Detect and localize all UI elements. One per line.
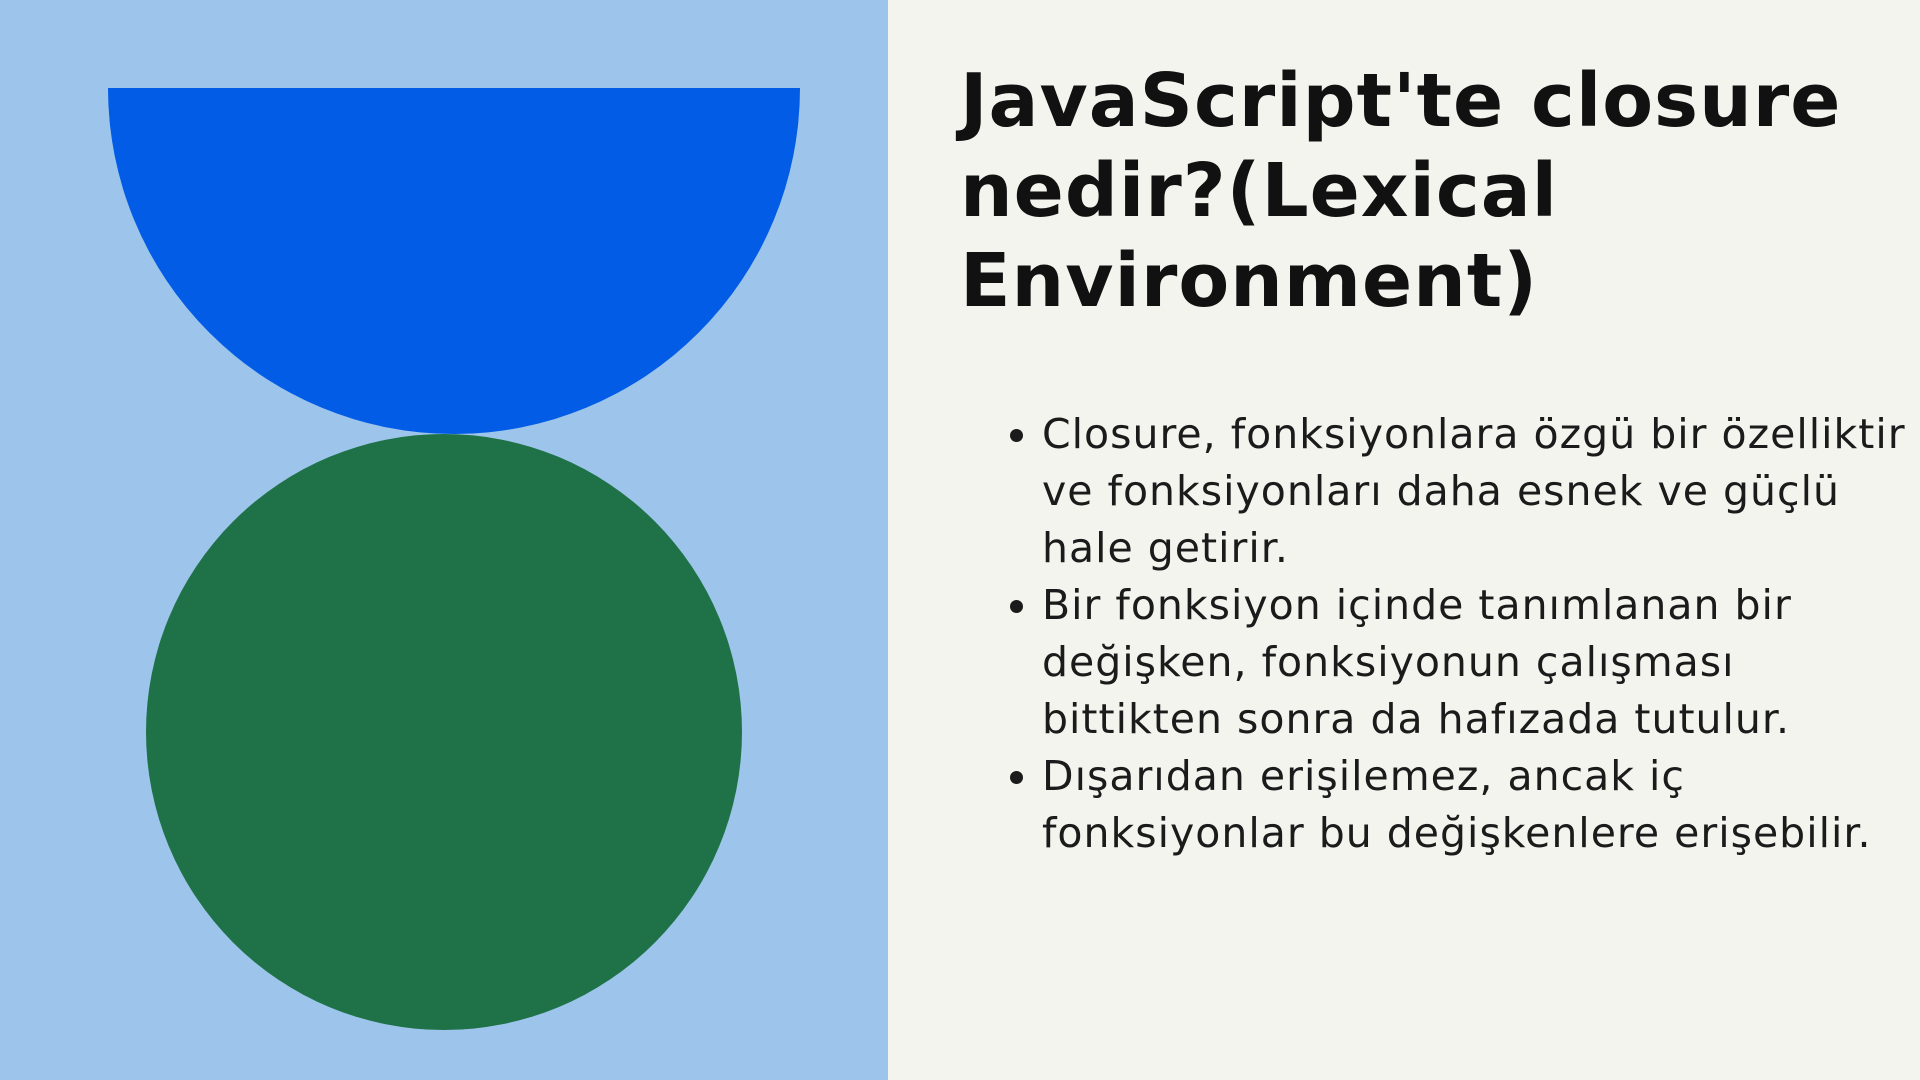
slide-title: JavaScript'te closure nedir?(Lexical Env… bbox=[960, 58, 1842, 324]
decorative-panel bbox=[0, 0, 888, 1080]
bullet-item: Closure, fonksiyonlara özgü bir özellikt… bbox=[1042, 406, 1920, 577]
green-circle-shape bbox=[146, 434, 742, 1030]
blue-half-circle-shape bbox=[108, 88, 800, 434]
bullet-item: Bir fonksiyon içinde tanımlanan bir deği… bbox=[1042, 577, 1920, 748]
bullet-list: Closure, fonksiyonlara özgü bir özellikt… bbox=[1002, 406, 1920, 862]
slide: JavaScript'te closure nedir?(Lexical Env… bbox=[0, 0, 1920, 1080]
bullet-item: Dışarıdan erişilemez, ancak iç fonksiyon… bbox=[1042, 748, 1920, 862]
